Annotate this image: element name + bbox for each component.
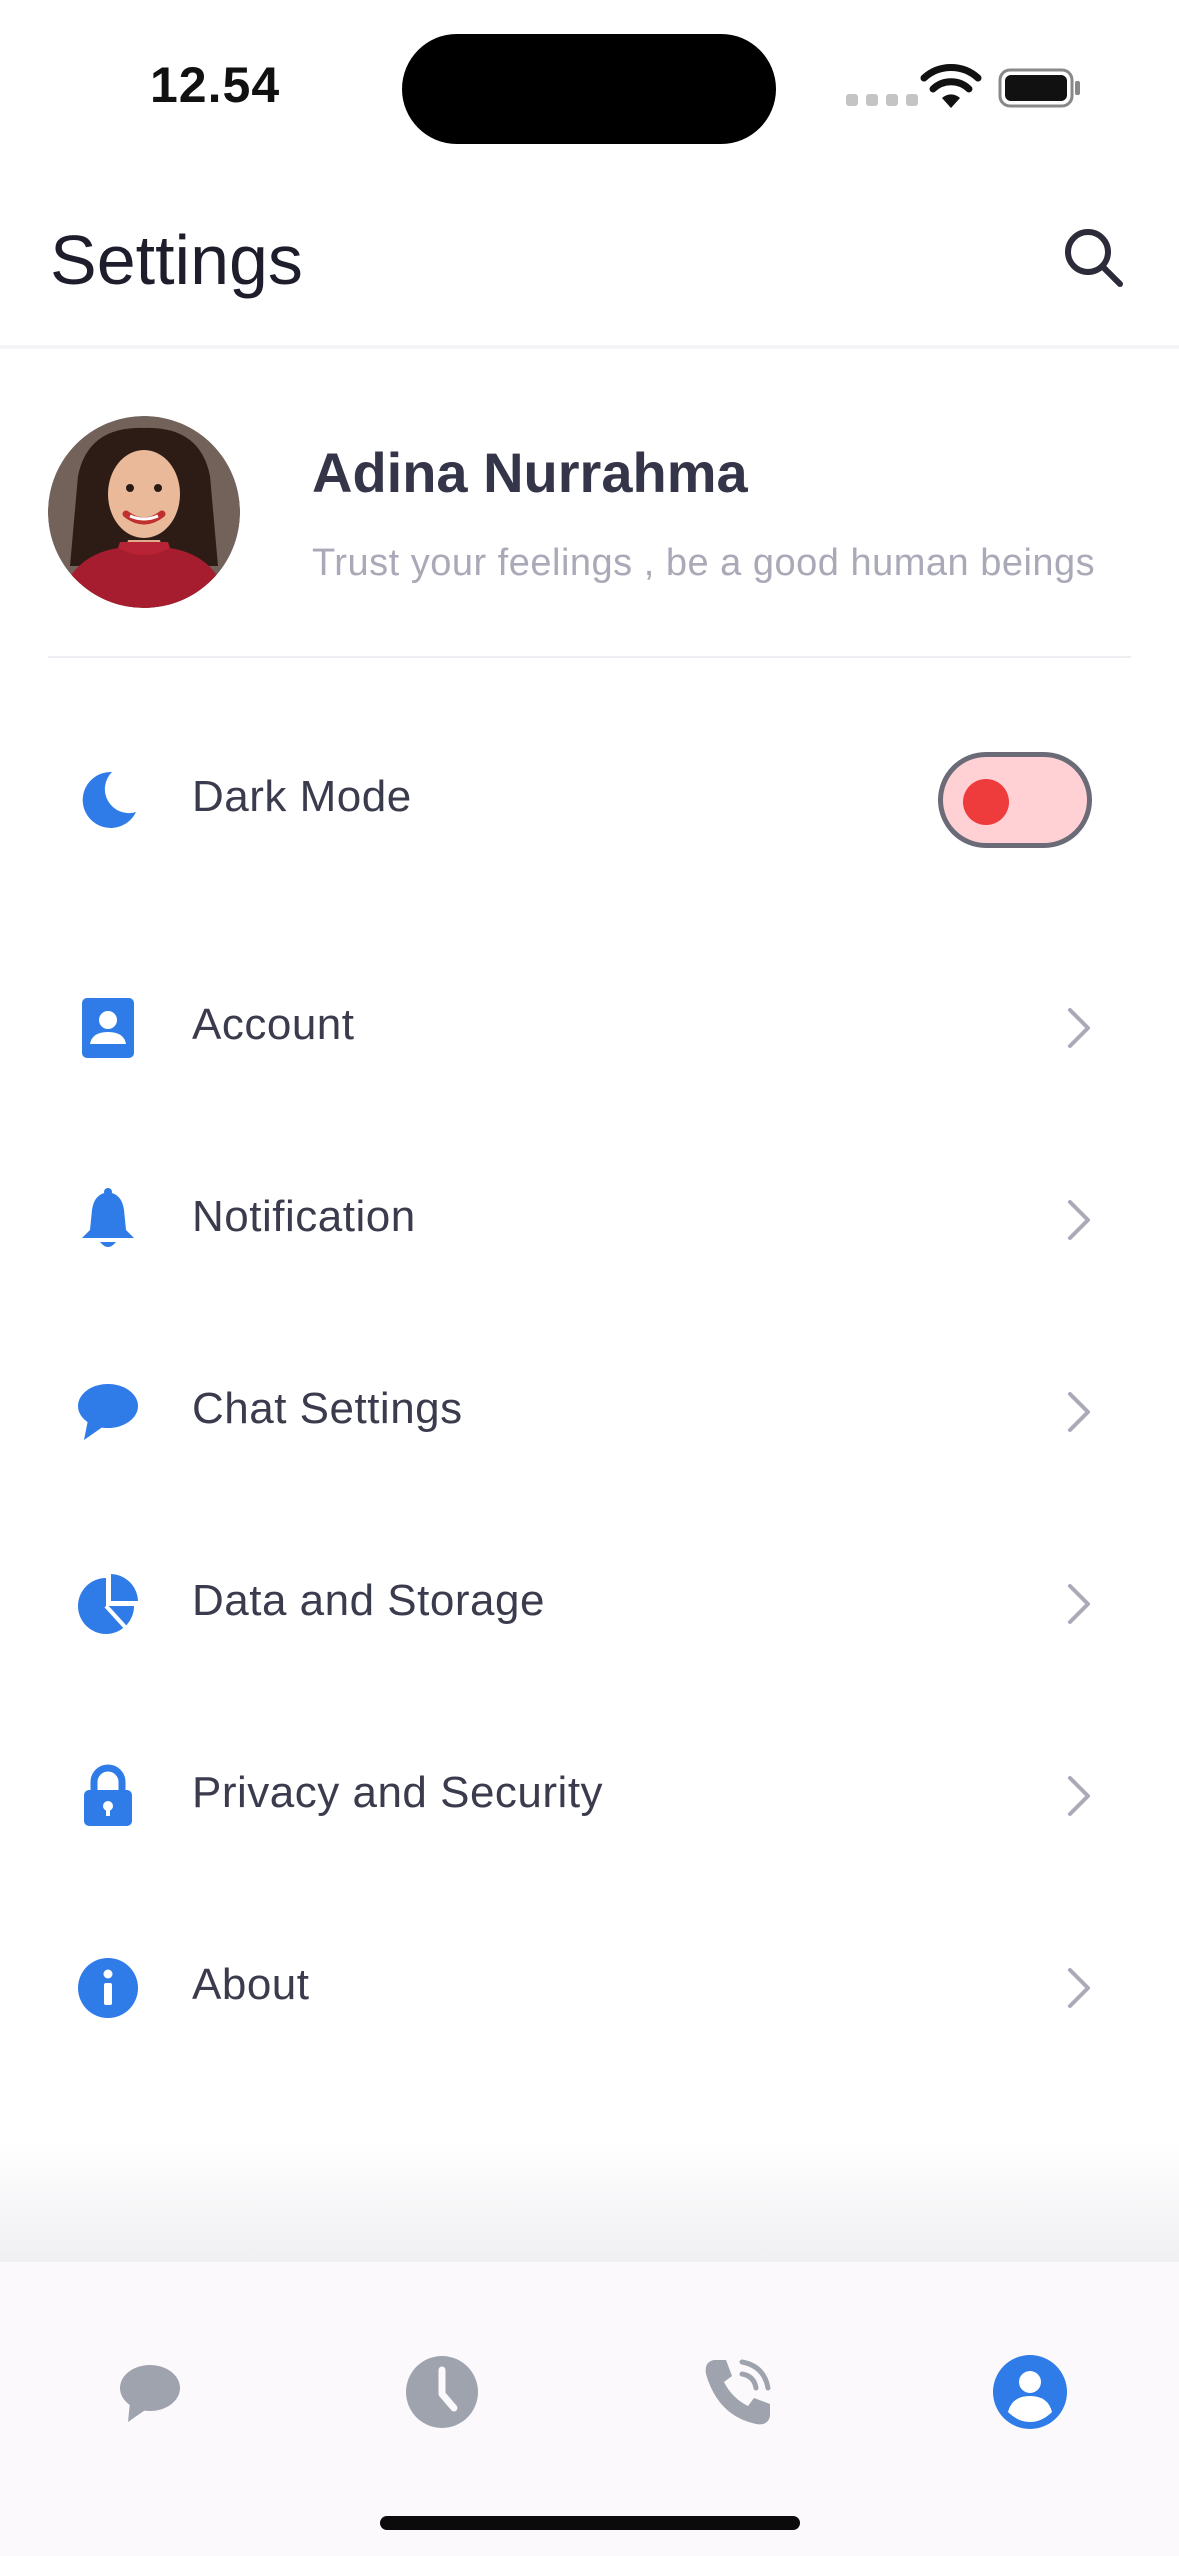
chevron-right-icon <box>1068 1392 1090 1432</box>
nav-chats-icon[interactable] <box>108 2352 188 2432</box>
bottom-nav <box>0 2262 1179 2556</box>
menu-item-label: Chat Settings <box>192 1384 463 1433</box>
moon-icon <box>82 771 136 828</box>
chevron-right-icon <box>1068 1200 1090 1240</box>
menu-item-account[interactable]: Account <box>0 956 1179 1106</box>
menu-item-chat-settings[interactable]: Chat Settings <box>0 1340 1179 1490</box>
info-icon <box>78 1958 138 2018</box>
cellular-signal-icon <box>846 94 918 106</box>
chevron-right-icon <box>1068 1968 1090 2008</box>
nav-shadow <box>0 2140 1179 2262</box>
status-bar: 12.54 <box>0 0 1179 170</box>
account-icon <box>82 998 134 1058</box>
status-time: 12.54 <box>150 57 281 113</box>
battery-icon <box>998 68 1080 108</box>
app-header: Settings <box>0 200 1179 350</box>
wifi-icon <box>920 64 982 108</box>
profile-status: Trust your feelings , be a good human be… <box>312 542 1096 584</box>
menu-item-label: About <box>192 1960 310 2009</box>
profile-card[interactable]: Adina Nurrahma Trust your feelings , be … <box>0 400 1179 656</box>
menu-item-about[interactable]: About <box>0 1916 1179 2066</box>
menu-item-label: Notification <box>192 1192 416 1241</box>
profile-divider <box>48 656 1131 658</box>
pie-chart-icon <box>78 1574 138 1634</box>
bell-icon <box>82 1188 134 1247</box>
profile-name: Adina Nurrahma <box>312 441 748 504</box>
dark-mode-label: Dark Mode <box>192 772 412 821</box>
nav-phone-icon[interactable] <box>698 2352 778 2432</box>
dynamic-island <box>402 34 776 144</box>
dark-mode-toggle[interactable] <box>938 752 1092 848</box>
menu-item-label: Privacy and Security <box>192 1768 604 1817</box>
chat-bubble-icon <box>78 1384 138 1440</box>
menu-item-notification[interactable]: Notification <box>0 1148 1179 1298</box>
chevron-right-icon <box>1068 1776 1090 1816</box>
avatar <box>48 416 240 608</box>
menu-item-label: Data and Storage <box>192 1576 545 1625</box>
search-icon[interactable] <box>1060 224 1126 290</box>
home-indicator[interactable] <box>380 2516 800 2530</box>
nav-profile-icon[interactable] <box>990 2352 1070 2432</box>
chevron-right-icon <box>1068 1008 1090 1048</box>
lock-icon <box>84 1764 132 1826</box>
nav-clock-icon[interactable] <box>402 2352 482 2432</box>
menu-item-privacy-security[interactable]: Privacy and Security <box>0 1724 1179 1874</box>
menu-item-label: Account <box>192 1000 355 1049</box>
header-divider <box>0 345 1179 349</box>
toggle-knob <box>963 779 1009 825</box>
page-title: Settings <box>50 221 303 299</box>
menu-item-data-storage[interactable]: Data and Storage <box>0 1532 1179 1682</box>
chevron-right-icon <box>1068 1584 1090 1624</box>
